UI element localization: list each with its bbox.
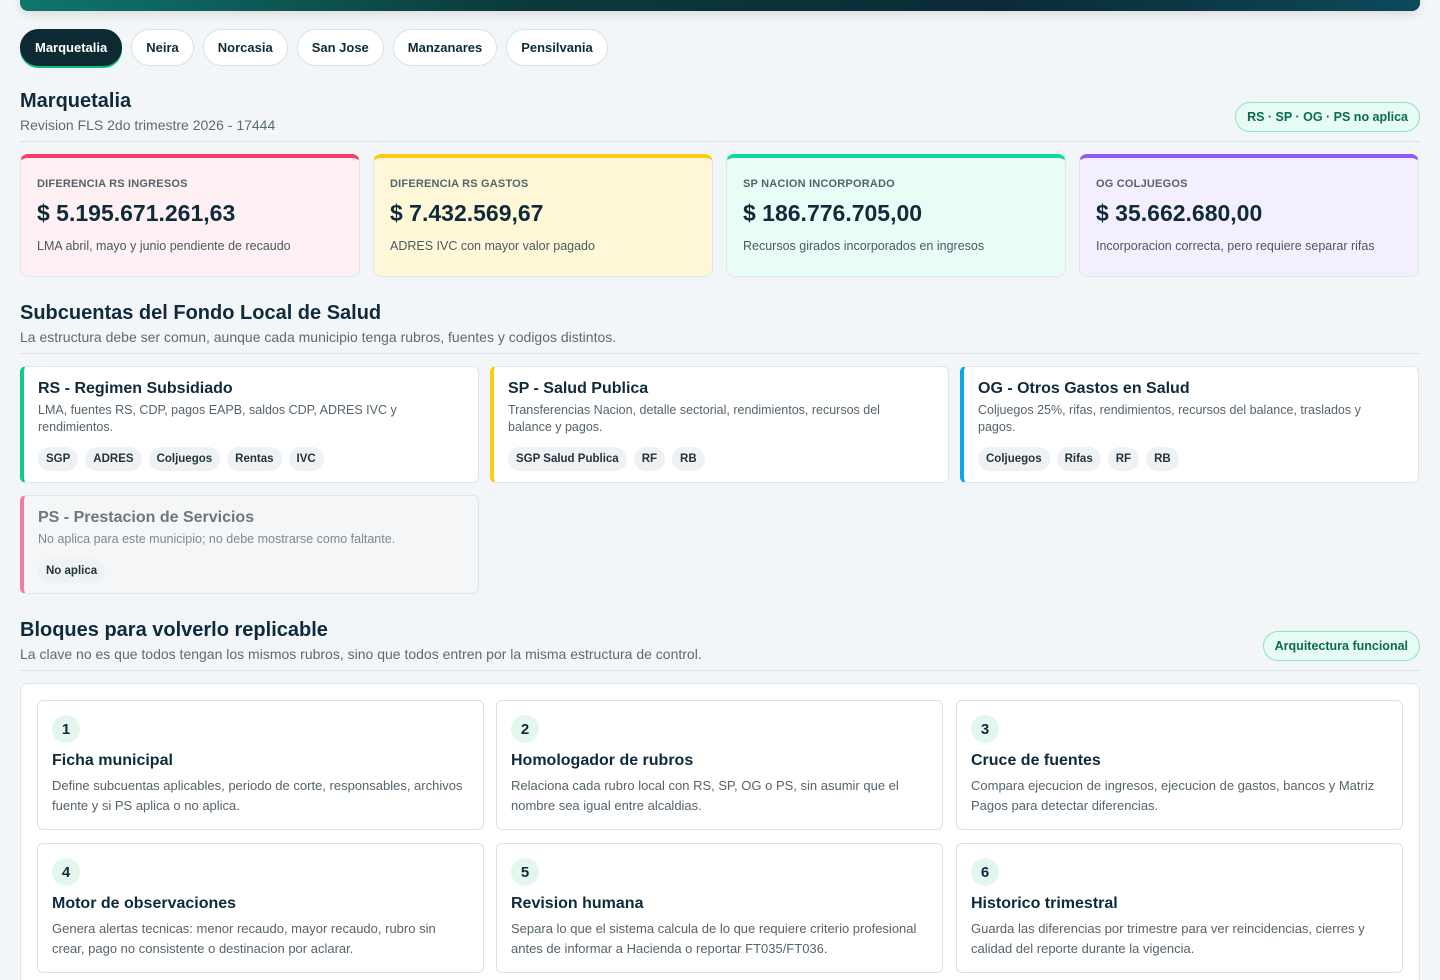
- tab-san-jose[interactable]: San Jose: [296, 29, 384, 66]
- kpi-card: OG COLJUEGOS $ 35.662.680,00 Incorporaci…: [1079, 154, 1419, 277]
- kpi-row: DIFERENCIA RS INGRESOS $ 5.195.671.261,6…: [20, 154, 1419, 277]
- subcuenta-desc: Coljuegos 25%, rifas, rendimientos, recu…: [978, 403, 1361, 434]
- tab-manzanares[interactable]: Manzanares: [392, 29, 498, 66]
- subcuenta-title: SP - Salud Publica: [508, 380, 649, 397]
- kpi-value: $ 186.776.705,00: [743, 200, 923, 226]
- block-desc: Relaciona cada rubro local con RS, SP, O…: [511, 778, 899, 813]
- page-header: Marquetalia Revision FLS 2do trimestre 2…: [20, 90, 1420, 142]
- subcuenta-title: OG - Otros Gastos en Salud: [978, 380, 1190, 397]
- municipality-tabs: Marquetalia Neira Norcasia San Jose Manz…: [20, 29, 608, 66]
- block-title: Cruce de fuentes: [971, 752, 1101, 769]
- divider: [20, 670, 1420, 671]
- block-title: Ficha municipal: [52, 752, 173, 769]
- section-subtitle: La clave no es que todos tengan los mism…: [20, 646, 702, 662]
- source-chip: RB: [672, 447, 705, 471]
- kpi-label: OG COLJUEGOS: [1096, 178, 1188, 190]
- subcuenta-title: RS - Regimen Subsidiado: [38, 380, 233, 397]
- subcuentas-header: Subcuentas del Fondo Local de Salud La e…: [20, 302, 1420, 354]
- source-chip: SGP: [38, 447, 79, 471]
- subcuenta-desc: No aplica para este municipio; no debe m…: [38, 532, 396, 546]
- step-number: 6: [971, 858, 999, 886]
- source-chip: RB: [1146, 447, 1179, 471]
- section-title: Subcuentas del Fondo Local de Salud: [20, 302, 382, 324]
- subcuenta-card-ps: PS - Prestacion de Servicios No aplica p…: [20, 495, 479, 594]
- scope-badge: RS · SP · OG · PS no aplica: [1235, 102, 1420, 132]
- source-chip: Rentas: [227, 447, 282, 471]
- block-card[interactable]: 1 Ficha municipal Define subcuentas apli…: [37, 700, 484, 830]
- kpi-label: DIFERENCIA RS GASTOS: [390, 178, 529, 190]
- kpi-label: SP NACION INCORPORADO: [743, 178, 895, 190]
- source-chips: Coljuegos Rifas RF RB: [978, 447, 1179, 471]
- step-number: 4: [52, 858, 80, 886]
- page-subtitle: Revision FLS 2do trimestre 2026 - 17444: [20, 117, 276, 133]
- step-number: 3: [971, 715, 999, 743]
- block-card[interactable]: 6 Historico trimestral Guarda las difere…: [956, 843, 1403, 973]
- source-chip: RF: [633, 447, 666, 471]
- kpi-card: DIFERENCIA RS GASTOS $ 7.432.569,67 ADRE…: [373, 154, 713, 277]
- divider: [20, 141, 1420, 142]
- divider: [20, 353, 1420, 354]
- architecture-badge: Arquitectura funcional: [1262, 631, 1420, 661]
- block-desc: Guarda las diferencias por trimestre par…: [971, 921, 1365, 956]
- source-chip: Rifas: [1056, 447, 1101, 471]
- kpi-value: $ 5.195.671.261,63: [37, 200, 236, 226]
- source-chips: SGP Salud Publica RF RB: [508, 447, 705, 471]
- source-chip: Coljuegos: [978, 447, 1050, 471]
- tab-neira[interactable]: Neira: [131, 29, 194, 66]
- kpi-card: DIFERENCIA RS INGRESOS $ 5.195.671.261,6…: [20, 154, 360, 277]
- subcuenta-card-rs[interactable]: RS - Regimen Subsidiado LMA, fuentes RS,…: [20, 366, 479, 483]
- tab-norcasia[interactable]: Norcasia: [202, 29, 288, 66]
- block-title: Homologador de rubros: [511, 752, 694, 769]
- bloques-header: Bloques para volverlo replicable La clav…: [20, 619, 1420, 671]
- source-chips: No aplica: [38, 559, 106, 583]
- subcuenta-card-sp[interactable]: SP - Salud Publica Transferencias Nacion…: [490, 366, 949, 483]
- step-number: 2: [511, 715, 539, 743]
- kpi-note: LMA abril, mayo y junio pendiente de rec…: [37, 239, 291, 253]
- block-desc: Separa lo que el sistema calcula de lo q…: [511, 921, 917, 956]
- block-desc: Define subcuentas aplicables, periodo de…: [52, 778, 463, 813]
- block-title: Motor de observaciones: [52, 895, 237, 912]
- block-card[interactable]: 5 Revision humana Separa lo que el siste…: [496, 843, 943, 973]
- block-desc: Compara ejecucion de ingresos, ejecucion…: [971, 778, 1375, 813]
- source-chip: SGP Salud Publica: [508, 447, 627, 471]
- kpi-value: $ 35.662.680,00: [1096, 200, 1263, 226]
- section-title: Bloques para volverlo replicable: [20, 619, 328, 641]
- kpi-label: DIFERENCIA RS INGRESOS: [37, 178, 188, 190]
- subcuenta-title: PS - Prestacion de Servicios: [38, 509, 255, 526]
- page-title: Marquetalia: [20, 90, 132, 112]
- source-chip: Coljuegos: [148, 447, 221, 471]
- subcuenta-desc: Transferencias Nacion, detalle sectorial…: [508, 403, 880, 434]
- top-banner: [20, 0, 1420, 11]
- source-chip: ADRES: [85, 447, 142, 471]
- step-number: 5: [511, 858, 539, 886]
- tab-pensilvania[interactable]: Pensilvania: [506, 29, 608, 66]
- tab-marquetalia[interactable]: Marquetalia: [20, 29, 123, 66]
- block-title: Historico trimestral: [971, 895, 1118, 912]
- block-card[interactable]: 4 Motor de observaciones Genera alertas …: [37, 843, 484, 973]
- block-desc: Genera alertas tecnicas: menor recaudo, …: [52, 921, 436, 956]
- source-chips: SGP ADRES Coljuegos Rentas IVC: [38, 447, 324, 471]
- kpi-card: SP NACION INCORPORADO $ 186.776.705,00 R…: [726, 154, 1066, 277]
- source-chip: IVC: [288, 447, 324, 471]
- kpi-note: ADRES IVC con mayor valor pagado: [390, 239, 595, 253]
- blocks-panel: 1 Ficha municipal Define subcuentas apli…: [20, 683, 1420, 980]
- block-title: Revision humana: [511, 895, 644, 912]
- step-number: 1: [52, 715, 80, 743]
- subcuenta-desc: LMA, fuentes RS, CDP, pagos EAPB, saldos…: [38, 403, 397, 434]
- section-subtitle: La estructura debe ser comun, aunque cad…: [20, 329, 617, 345]
- block-card[interactable]: 3 Cruce de fuentes Compara ejecucion de …: [956, 700, 1403, 830]
- not-applicable-chip: No aplica: [38, 559, 106, 583]
- block-card[interactable]: 2 Homologador de rubros Relaciona cada r…: [496, 700, 943, 830]
- kpi-note: Recursos girados incorporados en ingreso…: [743, 239, 985, 253]
- subcuenta-card-og[interactable]: OG - Otros Gastos en Salud Coljuegos 25%…: [960, 366, 1419, 483]
- source-chip: RF: [1107, 447, 1140, 471]
- kpi-note: Incorporacion correcta, pero requiere se…: [1096, 239, 1375, 253]
- kpi-value: $ 7.432.569,67: [390, 200, 544, 226]
